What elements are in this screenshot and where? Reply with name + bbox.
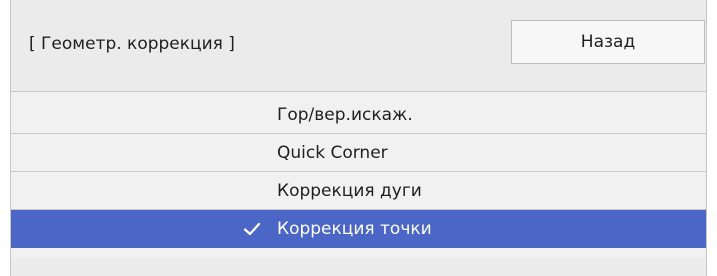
- menu-header: [ Геометр. коррекция ] Назад: [11, 0, 706, 92]
- menu-item-label: Гор/вер.искаж.: [277, 105, 413, 125]
- menu-item-label: Quick Corner: [277, 143, 388, 163]
- menu-item-quick-corner[interactable]: Quick Corner: [11, 134, 706, 172]
- menu-list: Гор/вер.искаж. Quick Corner Коррекция ду…: [11, 96, 706, 248]
- menu-item-label: Коррекция точки: [277, 219, 432, 239]
- menu-footer: [11, 258, 706, 276]
- menu-title: [ Геометр. коррекция ]: [29, 34, 235, 54]
- back-button-label: Назад: [580, 32, 636, 52]
- menu-item-label: Коррекция дуги: [277, 181, 422, 201]
- menu-item-hv-keystone[interactable]: Гор/вер.искаж.: [11, 96, 706, 134]
- menu-item-arc-correction[interactable]: Коррекция дуги: [11, 172, 706, 210]
- back-button[interactable]: Назад: [511, 20, 705, 64]
- geometry-correction-menu: [ Геометр. коррекция ] Назад Гор/вер.иск…: [10, 0, 707, 276]
- check-icon: [243, 222, 261, 236]
- menu-item-point-correction[interactable]: Коррекция точки: [11, 210, 706, 248]
